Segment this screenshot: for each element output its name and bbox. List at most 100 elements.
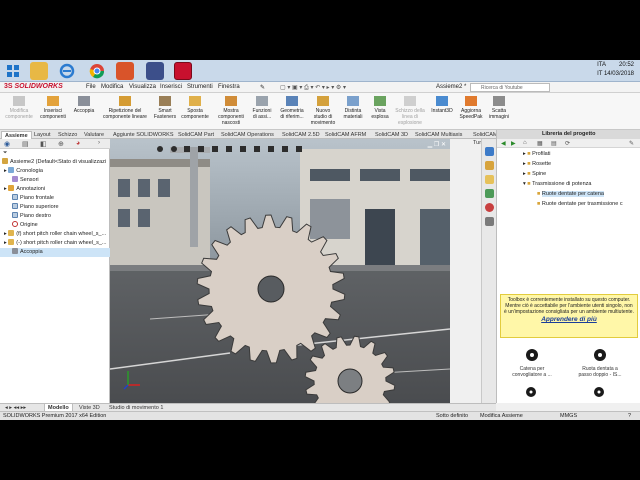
tree-item-origine[interactable]: Origine [0,221,110,230]
viewport-minimize-icon[interactable]: ▁ [428,142,433,148]
learn-more-link[interactable]: Apprendere di più [504,316,634,323]
thumbnail-short-pitch-1[interactable] [500,386,562,400]
section-view-icon[interactable] [198,146,204,152]
reference-geometry-button[interactable]: Geometria di riferim... [276,96,308,120]
tab-solidcam-afrm[interactable]: SolidCAM AFRM [322,131,369,139]
windows-start-icon[interactable] [4,62,22,80]
tree-item-chain-wheel-floating[interactable]: ▸ (-) short pitch roller chain wheel_s_.… [0,239,110,248]
solidworks-taskbar-icon[interactable] [174,62,192,80]
display-style-icon[interactable] [226,146,232,152]
display-manager-tab-icon[interactable]: ◕ [76,140,80,147]
menu-strumenti[interactable]: Strumenti [187,84,213,90]
media-app-icon[interactable] [116,62,134,80]
save-app-icon[interactable] [146,62,164,80]
new-motion-study-button[interactable]: Nuovo studio di movimento [308,96,338,126]
filter-row[interactable]: ⏷ [0,149,110,158]
hide-show-items-icon[interactable] [240,146,246,152]
tab-solidcam-operations[interactable]: SolidCAM Operations [218,131,277,139]
apply-scene-icon[interactable] [268,146,274,152]
linear-pattern-button[interactable]: Ripetizione del componente lineare [98,96,152,120]
library-item-spine[interactable]: ▸ ■ Spine [497,170,640,179]
forward-icon[interactable]: ▶ [511,140,516,147]
add-location-icon[interactable]: ▦ [537,140,543,147]
tab-solidcam-3d[interactable]: SolidCAM 3D [372,131,411,139]
unit-system[interactable]: MMGS [560,413,577,419]
display-pane-icon[interactable] [296,146,302,152]
design-library-icon[interactable] [485,161,494,170]
bill-of-materials-button[interactable]: Distinta materiali [338,96,368,120]
tab-solidcam-part[interactable]: SolidCAM Part [175,131,217,139]
smart-fasteners-button[interactable]: Smart Fasteners [152,96,178,120]
tab-valutare[interactable]: Valutare [81,131,107,139]
library-item-rosette[interactable]: ▸ ■ Rosette [497,160,640,169]
tree-item-piano-destro[interactable]: Piano destro [0,212,110,221]
view-palette-icon[interactable] [485,189,494,198]
pin-icon[interactable]: ✎ [260,84,265,91]
viewport-close-icon[interactable]: ✕ [441,142,446,148]
search-input[interactable]: Ricerca di Youtube [470,83,550,92]
library-item-profilati[interactable]: ▸ ■ Profilati [497,150,640,159]
dimxpert-tab-icon[interactable]: ⊕ [58,140,64,148]
edit-component-button[interactable]: Modifica componente [2,96,36,120]
mate-button[interactable]: Accoppia [70,96,98,114]
sprocket-small[interactable] [110,139,450,403]
update-speedpak-button[interactable]: Aggiorna SpeedPak [456,96,486,120]
appearances-icon[interactable] [485,203,494,212]
tree-item-annotazioni[interactable]: ▸ Annotazioni [0,185,110,194]
take-snapshot-button[interactable]: Scatta immagini [486,96,512,120]
help-icon[interactable]: ? [628,413,631,419]
thumbnail-conveyor-chain[interactable]: Catena per convogliatore a ... [501,346,563,378]
thumbnail-double-pitch[interactable]: Ruota dentata a passo doppio - IS... [569,346,631,378]
feature-manager-tab-icon[interactable]: ◉ [4,140,10,148]
tree-item-cronologia[interactable]: ▸ Cronologia [0,167,110,176]
back-icon[interactable]: ◀ [501,140,506,147]
insert-components-button[interactable]: Inserisci componenti [36,96,70,120]
tree-item-piano-frontale[interactable]: Piano frontale [0,194,110,203]
library-item-trasmissione[interactable]: ▾ ■ Trasmissione di potenza [497,180,640,189]
file-explorer-pane-icon[interactable] [485,175,494,184]
quick-access-toolbar[interactable]: ▢ ▾ ▣ ▾ ⎙ ▾ ↶ ▾ ▸ ▾ ⚙ ▾ [280,84,346,92]
zoom-area-icon[interactable] [171,146,177,152]
previous-view-icon[interactable] [184,146,190,152]
create-folder-icon[interactable]: ▤ [551,140,557,147]
move-component-button[interactable]: Sposta componente [178,96,212,120]
system-clock[interactable]: 20:52 14/03/2018 [604,61,634,79]
custom-properties-icon[interactable] [485,217,494,226]
viewport-restore-icon[interactable]: ❐ [434,142,439,148]
tree-item-chain-wheel-fixed[interactable]: ▸ (f) short pitch roller chain wheel_s_.… [0,230,110,239]
tree-item-piano-superiore[interactable]: Piano superiore [0,203,110,212]
edit-appearance-icon[interactable] [254,146,260,152]
chrome-icon[interactable] [88,62,106,80]
show-hidden-components-button[interactable]: Mostra componenti nascosti [214,96,248,126]
tab-aggiunte-solidworks[interactable]: Aggiunte SOLIDWORKS [110,131,177,139]
property-manager-tab-icon[interactable]: ▤ [22,140,29,148]
library-item-ruote-catena[interactable]: ■ Ruote dentate per catena [497,190,640,199]
menu-file[interactable]: File [86,84,96,90]
view-orientation-icon[interactable] [212,146,218,152]
internet-explorer-icon[interactable] [58,62,76,80]
menu-inserisci[interactable]: Inserisci [160,84,182,90]
tree-item-accoppia[interactable]: Accoppia [0,248,110,257]
exploded-view-button[interactable]: Vista esplosa [368,96,392,120]
tree-item-sensori[interactable]: Sensori [0,176,110,185]
tab-schizzo[interactable]: Schizzo [55,131,80,139]
solidworks-resources-icon[interactable] [485,147,494,156]
library-item-ruote-trasmissione[interactable]: ■ Ruote dentate per trasmissione c [497,200,640,209]
instant3d-button[interactable]: Instant3D [428,96,456,114]
menu-finestra[interactable]: Finestra [218,84,240,90]
tab-solidcam-25d[interactable]: SolidCAM 2.5D [279,131,323,139]
assembly-features-button[interactable]: Funzioni di assi... [248,96,276,120]
graphics-viewport[interactable]: ▁ ❐ ✕ [110,139,450,403]
tab-layout[interactable]: Layout [31,131,54,139]
refresh-icon[interactable]: ⟳ [565,140,570,147]
tree-root[interactable]: Assieme2 (Default<Stato di visualizzazi [0,158,110,167]
zoom-fit-icon[interactable] [157,146,163,152]
tab-solidcam-multiaxis[interactable]: SolidCAM Multiaxis [412,131,465,139]
menu-visualizza[interactable]: Visualizza [129,84,156,90]
panel-expand-icon[interactable]: › [98,140,100,146]
home-icon[interactable]: ⌂ [523,140,527,146]
thumbnail-short-pitch-2[interactable] [568,386,630,400]
view-settings-icon[interactable] [282,146,288,152]
menu-modifica[interactable]: Modifica [101,84,123,90]
file-explorer-icon[interactable] [30,62,48,80]
